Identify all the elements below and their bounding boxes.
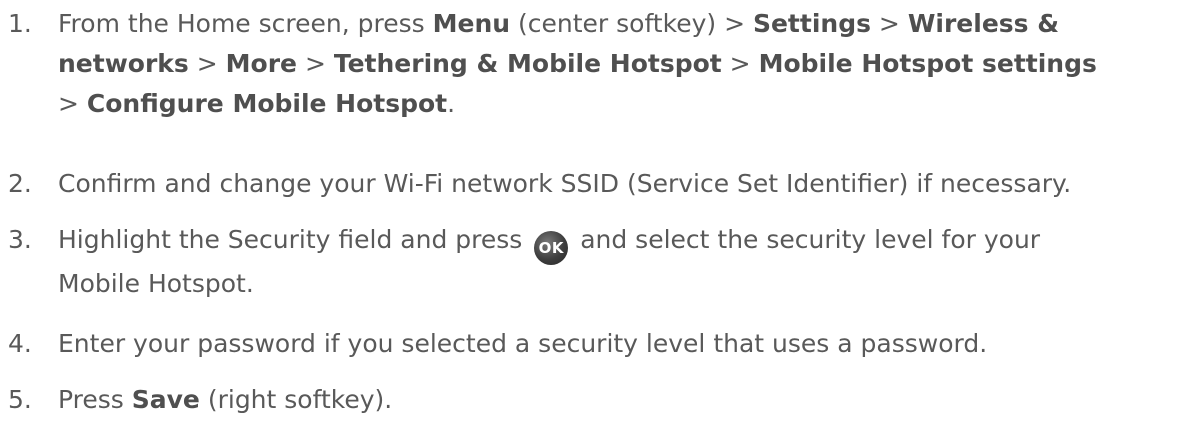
step-text-run: > bbox=[188, 49, 226, 78]
step-number: 4. bbox=[8, 329, 32, 358]
step-text-run: > bbox=[721, 49, 759, 78]
emphasized-term: More bbox=[225, 49, 297, 78]
emphasized-term: Tethering & Mobile Hotspot bbox=[333, 49, 722, 78]
step-text-run: Enter your password if you selected a se… bbox=[58, 329, 988, 358]
step-number: 5. bbox=[8, 385, 32, 414]
emphasized-term: Menu bbox=[432, 9, 511, 38]
step-text-run: Mobile Hotspot. bbox=[58, 269, 254, 298]
emphasized-term: networks bbox=[58, 49, 189, 78]
step-text-run: Highlight the Security field and press bbox=[58, 225, 531, 254]
emphasized-term: Save bbox=[131, 385, 200, 414]
step-text: Enter your password if you selected a se… bbox=[58, 324, 987, 364]
step-text-run: From the Home screen, press bbox=[58, 9, 433, 38]
step-number: 2. bbox=[8, 169, 32, 198]
step-text-run: (center softkey) > bbox=[510, 9, 753, 38]
emphasized-term: Mobile Hotspot settings bbox=[758, 49, 1097, 78]
step-text: From the Home screen, press Menu (center… bbox=[58, 4, 1097, 124]
step-number: 1. bbox=[8, 9, 32, 38]
step-text: Press Save (right softkey). bbox=[58, 380, 392, 420]
emphasized-term: Configure Mobile Hotspot bbox=[86, 89, 448, 118]
step-line: From the Home screen, press Menu (center… bbox=[58, 4, 1097, 44]
step-line: Press Save (right softkey). bbox=[58, 380, 392, 420]
step-number: 3. bbox=[8, 225, 32, 254]
emphasized-term: Settings bbox=[752, 9, 871, 38]
step-text-run: Press bbox=[58, 385, 132, 414]
step-text-run: > bbox=[870, 9, 908, 38]
ok-button-icon: OK bbox=[534, 231, 569, 265]
step-text-run: (right softkey). bbox=[199, 385, 393, 414]
step-text-run: Confirm and change your Wi-Fi network SS… bbox=[58, 169, 1072, 198]
step-text-run: > bbox=[297, 49, 334, 78]
step-text: Confirm and change your Wi-Fi network SS… bbox=[58, 164, 1071, 204]
step-text-run: . bbox=[447, 89, 456, 118]
step-text-run: and select the security level for your bbox=[572, 225, 1041, 254]
step-line: Enter your password if you selected a se… bbox=[58, 324, 987, 364]
step-line: Highlight the Security field and press O… bbox=[58, 220, 1041, 265]
step-line: > Configure Mobile Hotspot. bbox=[58, 84, 1097, 124]
step-line: Mobile Hotspot. bbox=[58, 264, 1040, 304]
emphasized-term: Wireless & bbox=[907, 9, 1060, 38]
step-line: Confirm and change your Wi-Fi network SS… bbox=[58, 164, 1071, 204]
step-line: networks > More > Tethering & Mobile Hot… bbox=[58, 44, 1097, 84]
step-text: Highlight the Security field and press O… bbox=[58, 220, 1040, 304]
step-text-run: > bbox=[58, 89, 87, 118]
